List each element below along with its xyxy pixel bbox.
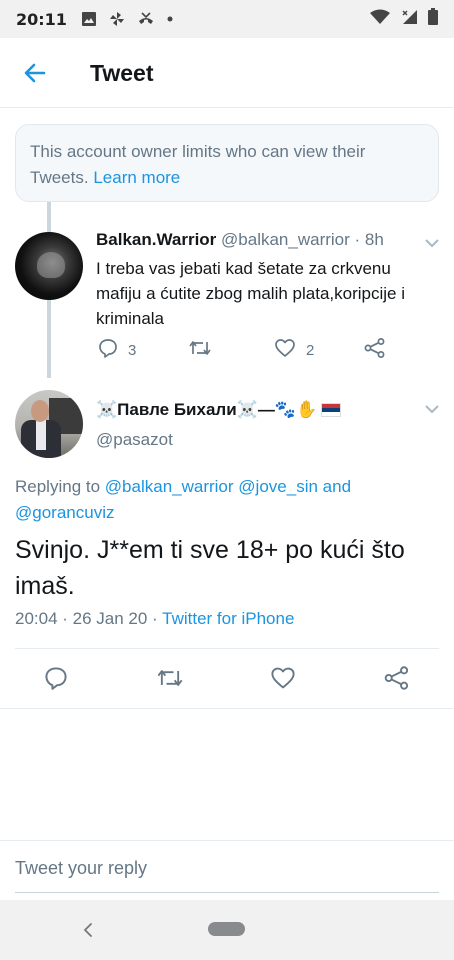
status-time: 20:11 xyxy=(16,9,67,29)
system-nav-bar xyxy=(0,900,454,960)
retweet-icon xyxy=(156,666,184,694)
missed-call-icon xyxy=(137,11,155,27)
replying-prefix: Replying to xyxy=(15,477,101,496)
reply-button[interactable]: 3 xyxy=(98,338,136,362)
wifi-icon xyxy=(370,9,390,30)
learn-more-link[interactable]: Learn more xyxy=(93,168,180,187)
signal-icon xyxy=(400,9,418,30)
retweet-button[interactable] xyxy=(156,666,184,694)
share-icon xyxy=(364,338,386,362)
back-arrow-icon[interactable] xyxy=(22,60,48,91)
status-bar: 20:11 xyxy=(0,0,454,38)
chevron-down-icon[interactable] xyxy=(424,402,440,420)
retweet-button[interactable] xyxy=(188,338,212,362)
em-dash-glyph: — xyxy=(257,400,275,419)
paw-prints-icon: 🐾 xyxy=(274,400,296,419)
app-bar: Tweet xyxy=(0,38,454,108)
tweet-timestamp: 20:04 · 26 Jan 20 · xyxy=(15,609,158,628)
tweet-meta: 20:04 · 26 Jan 20 · Twitter for iPhone xyxy=(15,609,294,629)
handle[interactable]: @pasazot xyxy=(96,430,173,450)
handle[interactable]: @balkan_warrior xyxy=(221,230,350,249)
divider xyxy=(0,708,454,709)
reply-icon xyxy=(98,338,118,362)
reply-input[interactable]: Tweet your reply xyxy=(15,858,147,879)
tweet-header: Balkan.Warrior @balkan_warrior · 8h xyxy=(96,230,384,250)
share-icon xyxy=(384,666,410,694)
retweet-icon xyxy=(188,338,212,362)
tweet-text: Svinjo. J**em ti sve 18+ po kući što ima… xyxy=(15,536,405,600)
raised-hand-icon: ✋ xyxy=(296,400,318,419)
replying-to: Replying to @balkan_warrior @jove_sin an… xyxy=(15,474,435,526)
display-name-text: Павле Бихали xyxy=(117,400,237,419)
share-button[interactable] xyxy=(384,666,410,694)
like-button[interactable] xyxy=(270,666,296,694)
avatar[interactable] xyxy=(15,390,83,458)
mention-link[interactable]: @jove_sin xyxy=(238,477,318,496)
mention-link[interactable]: @gorancuviz xyxy=(15,503,114,522)
battery-icon xyxy=(428,8,438,30)
skull-crossbones-icon: ☠️ xyxy=(96,400,118,419)
divider xyxy=(15,648,439,649)
notification-dot-icon xyxy=(167,16,173,22)
tweet-text: I treba vas jebati kad šetate za crkvenu… xyxy=(96,259,405,328)
gallery-icon xyxy=(81,11,97,27)
status-right xyxy=(370,8,438,30)
tweet-actions xyxy=(0,664,454,694)
reply-button[interactable] xyxy=(44,666,68,694)
tweet-time: · 8h xyxy=(354,230,384,249)
notice-text: This account owner limits who can view t… xyxy=(30,142,366,187)
tweet-actions: 3 2 xyxy=(96,338,396,364)
and-word: and xyxy=(322,477,352,496)
thread-line xyxy=(47,300,51,378)
home-pill[interactable] xyxy=(208,922,245,936)
tweet-source-link[interactable]: Twitter for iPhone xyxy=(162,609,294,628)
reply-count: 3 xyxy=(128,341,137,359)
like-button[interactable]: 2 xyxy=(274,338,314,362)
protected-account-notice: This account owner limits who can view t… xyxy=(15,124,439,202)
heart-icon xyxy=(274,338,296,362)
pinwheel-icon xyxy=(109,11,125,27)
like-count: 2 xyxy=(306,341,315,359)
display-name[interactable]: ☠️ Павле Бихали ☠️ — 🐾 ✋ xyxy=(96,400,342,420)
skull-crossbones-icon: ☠️ xyxy=(236,400,258,419)
heart-icon xyxy=(270,666,296,694)
chevron-down-icon[interactable] xyxy=(424,236,440,254)
display-name[interactable]: Balkan.Warrior xyxy=(96,230,216,249)
share-button[interactable] xyxy=(364,338,386,362)
serbia-flag-icon xyxy=(321,403,342,417)
reply-icon xyxy=(44,666,68,694)
input-underline xyxy=(15,892,439,893)
nav-back-icon[interactable] xyxy=(82,922,94,943)
divider xyxy=(0,840,454,841)
avatar[interactable] xyxy=(15,232,83,300)
mention-link[interactable]: @balkan_warrior xyxy=(105,477,234,496)
thread-line xyxy=(47,202,51,232)
page-title: Tweet xyxy=(90,60,154,86)
